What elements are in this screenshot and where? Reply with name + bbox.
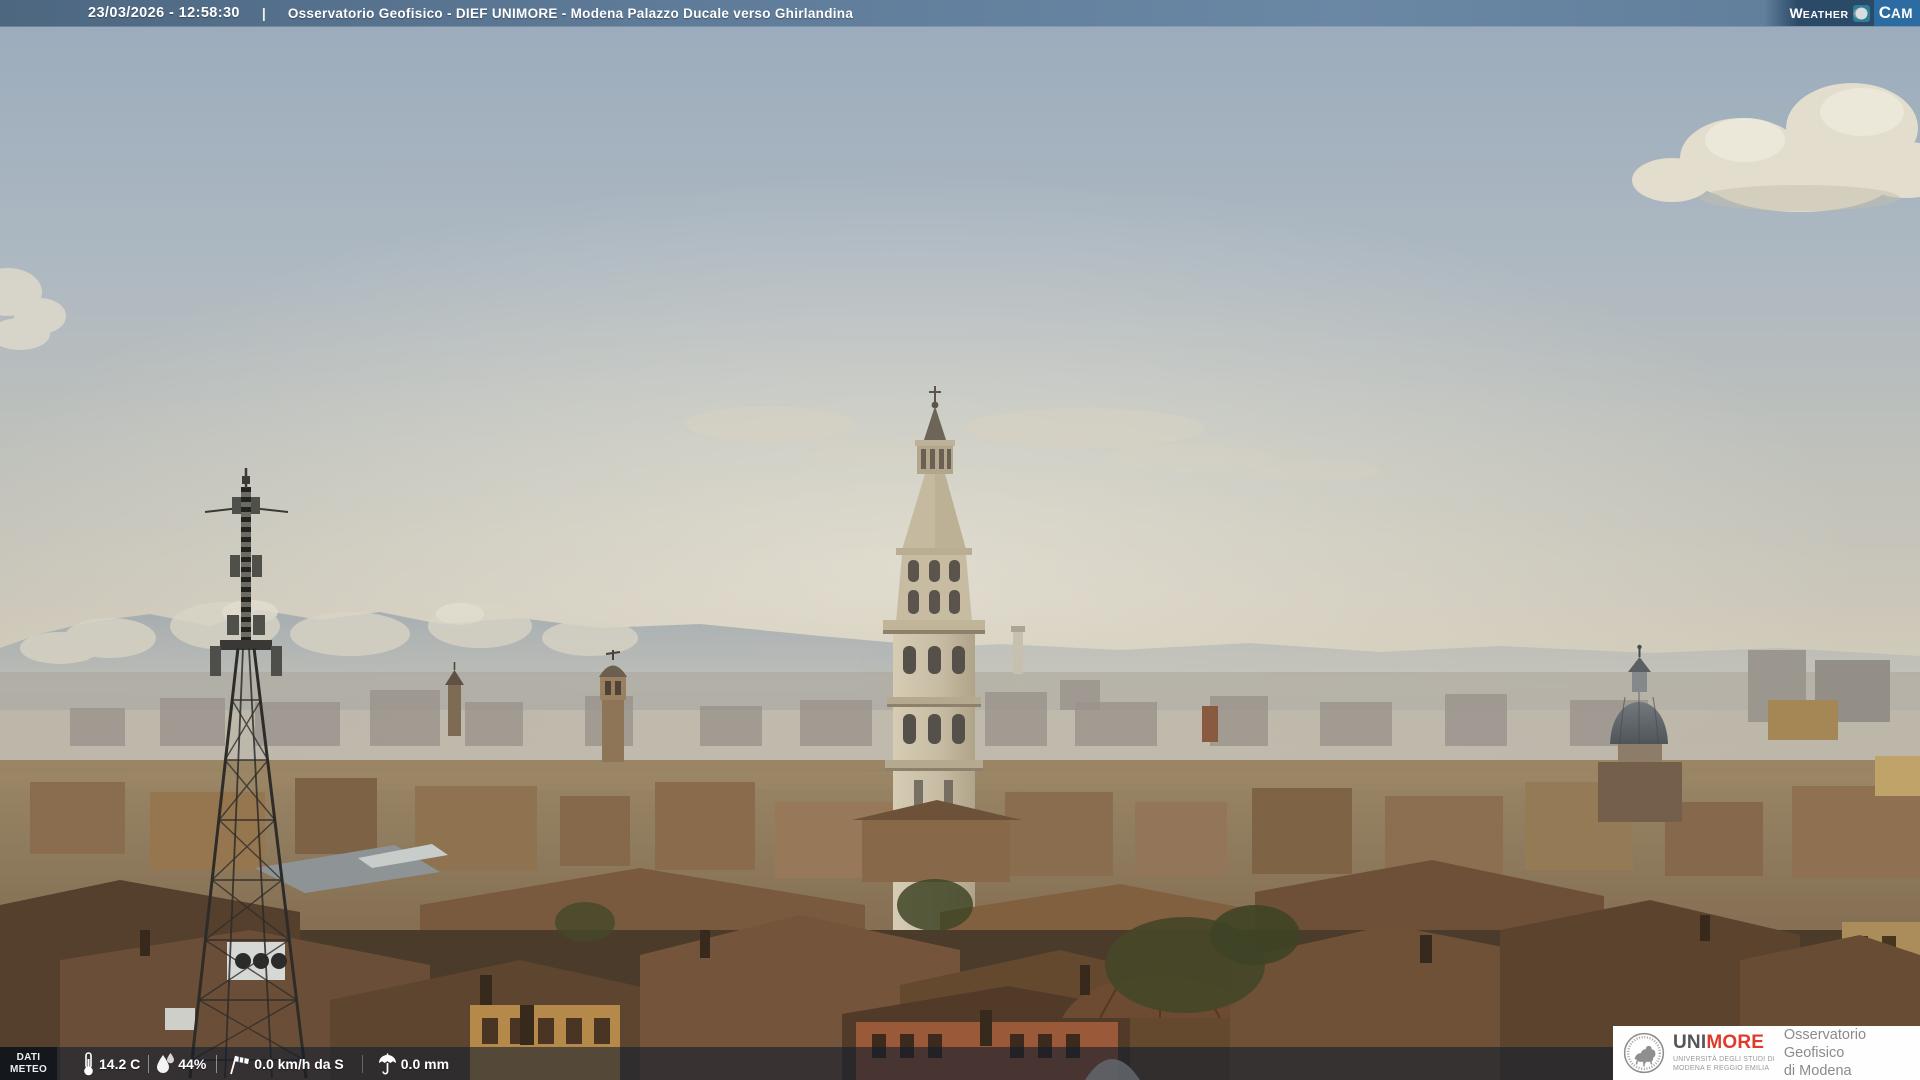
unimore-wordmark: UNIMORE UNIVERSITÀ DEGLI STUDI DI MODENA… [1673, 1033, 1775, 1073]
university-subtitle-2: MODENA E REGGIO EMILIA [1673, 1065, 1770, 1072]
unimore-seal-icon [1623, 1032, 1665, 1074]
rain-reading: 0.0 mm [378, 1053, 449, 1075]
weather-w: W [1789, 5, 1803, 21]
cam-c: C [1878, 3, 1891, 22]
weathercam-logo[interactable]: W EATHER C AM [1763, 0, 1920, 26]
globe-icon [1852, 4, 1870, 22]
humidity-drops-icon [157, 1052, 175, 1073]
observatory-name: Osservatorio Geofisico di Modena [1784, 1026, 1920, 1080]
rain-value: 0.0 mm [400, 1055, 450, 1072]
datetime-label: 23/03/2026 - 12:58:30 [88, 5, 240, 21]
divider [361, 1054, 363, 1073]
dati-meteo-label: DATI METEO [0, 1047, 57, 1080]
webcam-page: 23/03/2026 - 12:58:30 | Osservatorio Geo… [0, 0, 1920, 1080]
humidity-reading: 44% [157, 1052, 207, 1075]
divider [148, 1054, 150, 1073]
dati-line1: DATI [16, 1052, 41, 1063]
unimore-logo-box[interactable]: UNIMORE UNIVERSITÀ DEGLI STUDI DI MODENA… [1613, 1026, 1920, 1080]
divider [216, 1054, 218, 1073]
separator: | [261, 5, 266, 21]
webcam-photo [0, 0, 1920, 1080]
observatory-name-2: di Modena [1783, 1063, 1852, 1080]
weather-rest: EATHER [1802, 9, 1849, 21]
windsock-icon [230, 1055, 250, 1075]
brand-more: MORE [1706, 1031, 1765, 1053]
thermometer-icon [84, 1051, 93, 1075]
wind-value: 0.0 km/h da S [254, 1055, 344, 1072]
weathercam-weather-text: W EATHER [1790, 5, 1849, 21]
page-title: Osservatorio Geofisico - DIEF UNIMORE - … [287, 5, 854, 21]
brand-uni: UNI [1673, 1031, 1707, 1053]
cam-rest: AM [1891, 5, 1913, 21]
temperature-reading: 14.2 C [82, 1051, 141, 1076]
wind-reading: 0.0 km/h da S [227, 1052, 344, 1075]
top-info-bar: 23/03/2026 - 12:58:30 | Osservatorio Geo… [0, 0, 1920, 27]
observatory-name-1: Osservatorio Geofisico [1783, 1026, 1867, 1061]
dati-line2: METEO [9, 1063, 48, 1075]
weathercam-cam-text: C AM [1873, 0, 1920, 26]
temperature-value: 14.2 C [99, 1055, 141, 1072]
university-subtitle-1: UNIVERSITÀ DEGLI STUDI DI [1673, 1055, 1775, 1063]
umbrella-icon [378, 1053, 396, 1075]
humidity-value: 44% [178, 1055, 207, 1072]
